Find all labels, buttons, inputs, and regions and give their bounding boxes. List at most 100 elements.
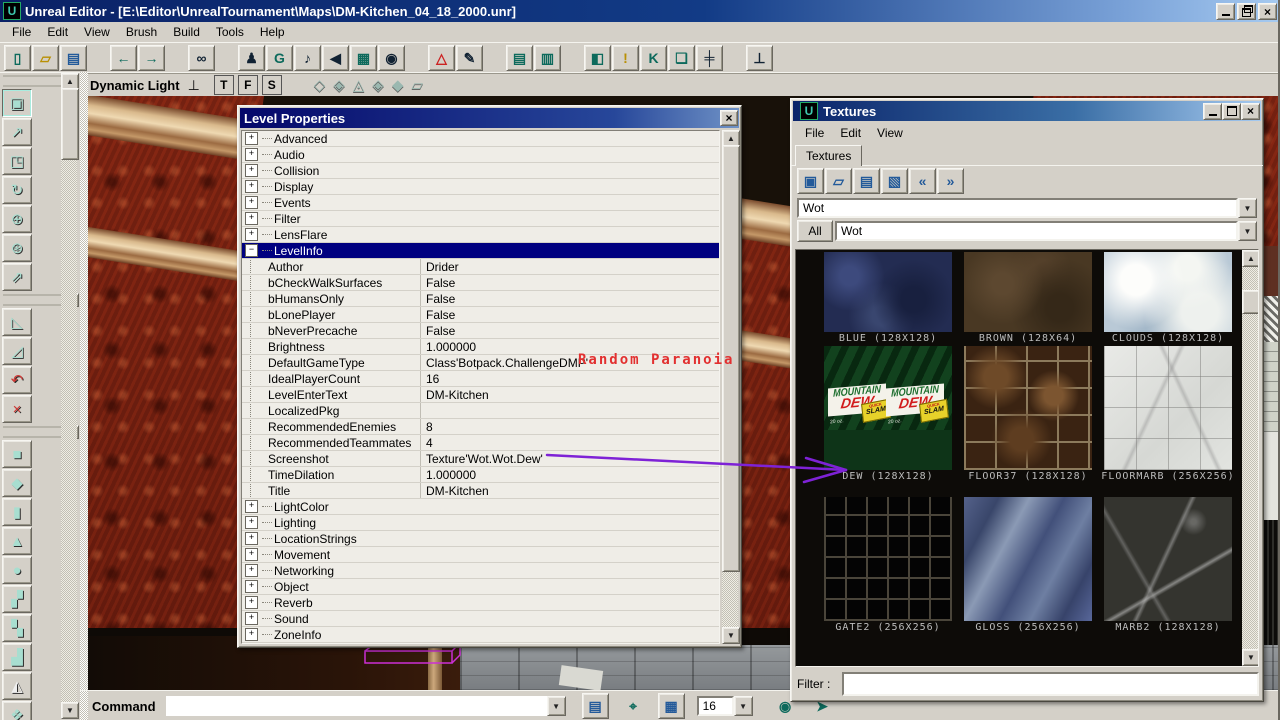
open-package-icon[interactable]: ▱ (825, 168, 852, 194)
property-group-row[interactable]: +Audio (242, 147, 719, 163)
expand-box-icon[interactable]: + (245, 628, 258, 641)
texture-thumbnail-blue[interactable] (824, 252, 952, 332)
texture-item-floormarb[interactable]: FLOORMARB (256X256) (1098, 346, 1238, 497)
save-package-icon[interactable]: ▤ (853, 168, 880, 194)
property-value[interactable]: False (421, 276, 455, 290)
property-group-row[interactable]: +Object (242, 579, 719, 595)
next-group-icon[interactable]: » (937, 168, 964, 194)
scroll-down-icon[interactable]: ▼ (61, 702, 79, 719)
property-row[interactable]: LevelEnterTextDM-Kitchen (242, 387, 719, 403)
close-button[interactable]: × (1258, 3, 1277, 20)
expand-box-icon[interactable]: + (245, 148, 258, 161)
expand-box-icon[interactable]: + (245, 228, 258, 241)
expand-box-icon[interactable]: + (245, 532, 258, 545)
chevron-down-icon[interactable]: ▼ (1238, 221, 1257, 241)
property-group-row[interactable]: +Lighting (242, 515, 719, 531)
title-bar[interactable]: U Unreal Editor - [E:\Editor\UnrealTourn… (0, 0, 1280, 22)
prev-group-icon[interactable]: « (909, 168, 936, 194)
texture-item-marb2[interactable]: MARB2 (128X128) (1098, 497, 1238, 648)
property-group-row[interactable]: +Sound (242, 611, 719, 627)
shape-editor-icon[interactable]: △ (428, 45, 455, 71)
textures-title-bar[interactable]: U Textures × (793, 101, 1261, 121)
log-window-icon[interactable]: ▤ (582, 693, 609, 719)
property-group-row[interactable]: +Display (242, 179, 719, 195)
texture-item-brown[interactable]: BROWN (128X64) (958, 252, 1098, 346)
builder-stairs-icon[interactable]: ▞ (2, 585, 32, 613)
property-group-row[interactable]: +Collision (242, 163, 719, 179)
brush-rotate-icon[interactable]: ↻ (2, 176, 32, 204)
expand-box-icon[interactable]: + (245, 596, 258, 609)
menu-tools[interactable]: Tools (208, 23, 252, 41)
property-group-row[interactable]: +Advanced (242, 131, 719, 147)
actor-move-icon[interactable]: ↗ (2, 118, 32, 146)
texture-thumbnail-gloss[interactable] (964, 497, 1092, 621)
restore-button[interactable] (1237, 3, 1256, 20)
actor-browser-icon[interactable]: ♟ (238, 45, 265, 71)
property-row[interactable]: RecommendedTeammates4 (242, 435, 719, 451)
texture-thumbnail-marb2[interactable] (1104, 497, 1232, 621)
close-icon[interactable]: × (720, 110, 738, 126)
textures-menu-file[interactable]: File (797, 124, 832, 142)
viewmode-4-icon[interactable]: ◈ (372, 76, 384, 94)
play-map-icon[interactable]: ⊥ (746, 45, 773, 71)
builder-stairs-curved-icon[interactable]: ▚ (2, 614, 32, 642)
property-value[interactable]: 1.000000 (421, 340, 476, 354)
mesh-viewer-icon[interactable]: ◉ (378, 45, 405, 71)
brush-clip-2-icon[interactable]: ◿ (2, 337, 32, 365)
minimize-button[interactable] (1216, 3, 1235, 20)
texture-thumbnail-dew[interactable]: MOUNTAINDEWQUICKSLAM20 oz.MOUNTAINDEWQUI… (824, 346, 952, 470)
property-group-row[interactable]: +LensFlare (242, 227, 719, 243)
property-value[interactable]: 16 (421, 372, 439, 386)
brush-transform-icon[interactable]: ⇗ (2, 263, 32, 291)
toolbox-scrollbar[interactable]: ▲ ▼ (61, 73, 77, 719)
property-row[interactable]: bNeverPrecacheFalse (242, 323, 719, 339)
property-group-row[interactable]: +LightColor (242, 499, 719, 515)
maximize-button[interactable] (1222, 103, 1241, 120)
grid-toggle-icon[interactable]: ▦ (658, 693, 685, 719)
add-path-icon[interactable]: K (640, 45, 667, 71)
texture-thumbnail-gate2[interactable] (824, 497, 952, 621)
expand-box-icon[interactable]: + (245, 212, 258, 225)
texture-thumbnail-brown[interactable] (964, 252, 1092, 332)
minimize-button[interactable] (1203, 103, 1222, 120)
property-row[interactable]: TitleDM-Kitchen (242, 483, 719, 499)
add-volume-icon[interactable]: ◧ (584, 45, 611, 71)
camera-movement-icon[interactable]: ▣ (2, 89, 32, 117)
add-light-icon[interactable]: ! (612, 45, 639, 71)
redo-forward-icon[interactable]: → (138, 45, 165, 71)
expand-box-icon[interactable]: + (245, 548, 258, 561)
property-group-row[interactable]: +Filter (242, 211, 719, 227)
property-row[interactable]: AuthorDrider (242, 259, 719, 275)
filter-input[interactable] (842, 672, 1259, 696)
all-button[interactable]: All (797, 220, 833, 242)
properties-icon[interactable]: ▧ (881, 168, 908, 194)
builder-sheet-icon[interactable]: ◆ (2, 469, 32, 497)
scrollbar-thumb[interactable] (1242, 290, 1259, 314)
viewmode-6-icon[interactable]: ▱ (412, 76, 424, 94)
property-value[interactable]: 4 (421, 436, 433, 450)
property-value[interactable]: False (421, 324, 455, 338)
expand-box-icon[interactable]: + (245, 500, 258, 513)
menu-view[interactable]: View (76, 23, 118, 41)
actor-translate-icon[interactable]: ⊕ (2, 205, 32, 233)
scroll-down-icon[interactable]: ▼ (1242, 649, 1259, 666)
property-group-row[interactable]: +Events (242, 195, 719, 211)
viewmode-2-icon[interactable]: ◈ (333, 76, 345, 94)
vertex-snap-icon[interactable]: ⌖ (621, 694, 646, 718)
group-combo[interactable]: Wot ▼ (835, 221, 1257, 241)
terrain-editor-icon[interactable]: ✎ (456, 45, 483, 71)
textures-menu-view[interactable]: View (869, 124, 911, 142)
mode-letter-s[interactable]: S (262, 75, 282, 95)
builder-terrain-icon[interactable]: ◭ (2, 672, 32, 700)
menu-help[interactable]: Help (252, 23, 293, 41)
property-value[interactable]: 8 (421, 420, 433, 434)
property-row[interactable]: IdealPlayerCount16 (242, 371, 719, 387)
texture-thumbnail-floor37[interactable] (964, 346, 1092, 470)
expand-box-icon[interactable]: + (245, 564, 258, 577)
expand-box-icon[interactable]: + (245, 580, 258, 593)
expand-box-icon[interactable]: − (245, 244, 258, 257)
add-event-icon[interactable]: ❏ (668, 45, 695, 71)
texture-thumbnail-clouds[interactable] (1104, 252, 1232, 332)
property-group-row[interactable]: +Reverb (242, 595, 719, 611)
resize-gripper[interactable] (1262, 296, 1280, 342)
